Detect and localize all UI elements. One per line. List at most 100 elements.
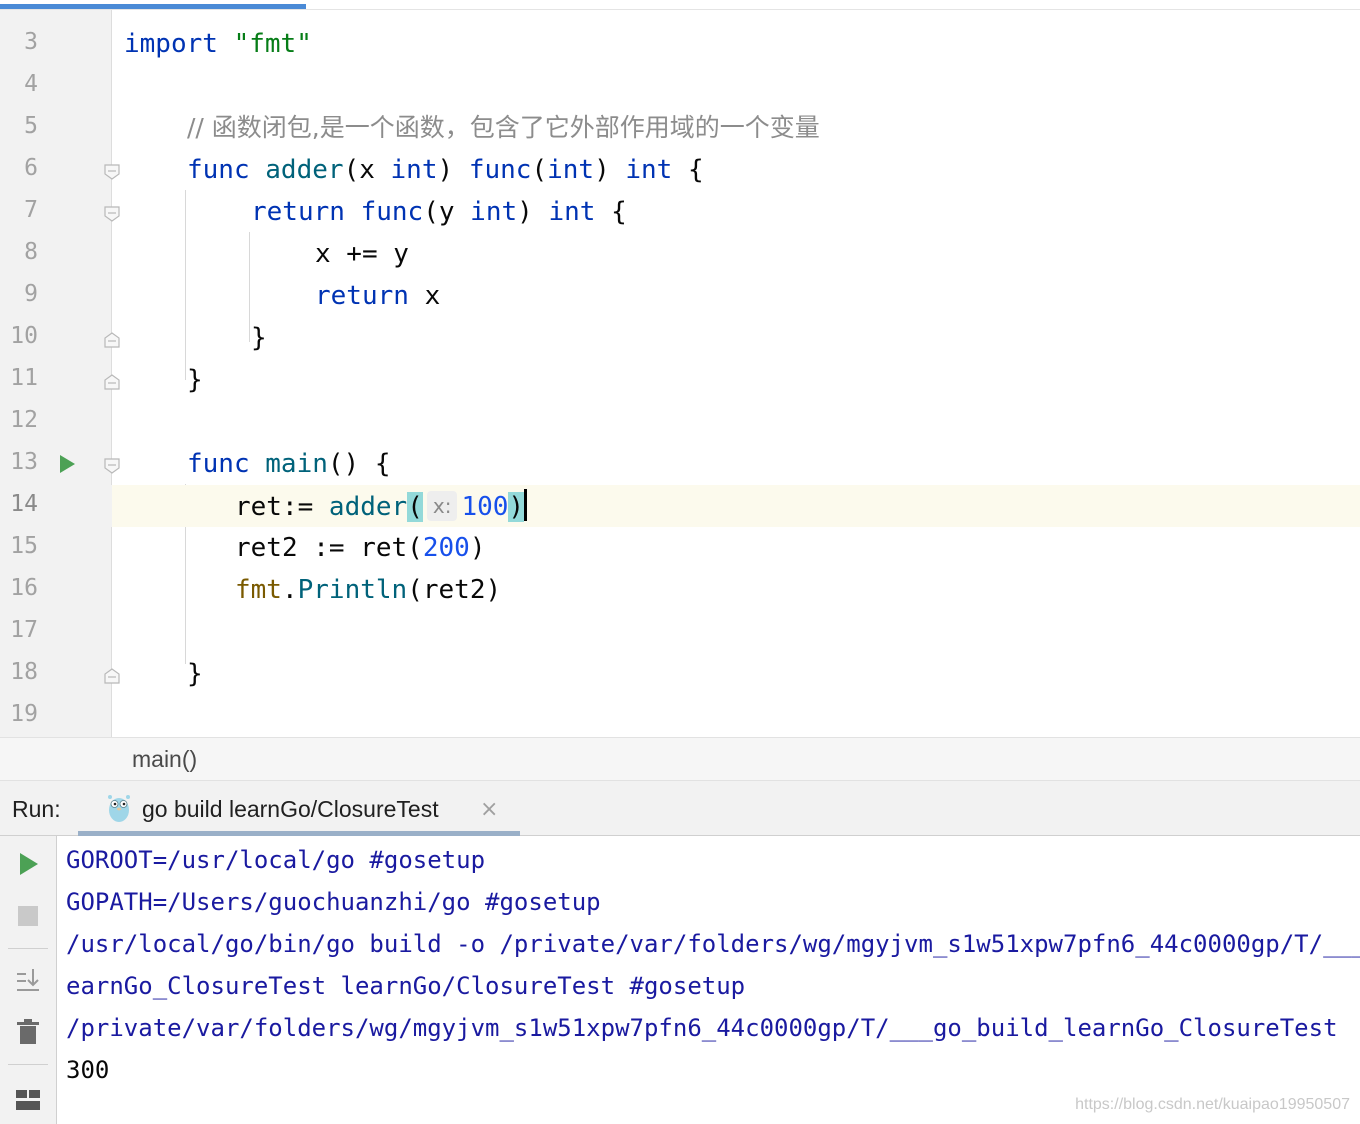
code-text[interactable]: // 函数闭包,是一个函数，包含了它外部作用域的一个变量 [187, 111, 820, 145]
matched-paren: ) [508, 492, 525, 522]
code-line-7[interactable]: 7 return func(y int) int { [0, 191, 1360, 233]
code-line-8[interactable]: 8 x += y [0, 233, 1360, 275]
line-number: 17 [10, 617, 38, 643]
console-line: GOROOT=/usr/local/go #gosetup [66, 846, 486, 874]
code-line-13[interactable]: 13 func main() { [0, 443, 1360, 485]
code-line-10[interactable]: 10 } [0, 317, 1360, 359]
code-text[interactable]: ret:= adder(x: 100) [235, 489, 528, 524]
keyword: func [468, 155, 532, 185]
rerun-icon[interactable] [14, 850, 42, 878]
matched-paren: ( [407, 492, 423, 522]
watermark: https://blog.csdn.net/kuaipao19950507 [1075, 1096, 1350, 1113]
code-line-12[interactable]: 12 [0, 401, 1360, 443]
fold-collapse-icon[interactable] [103, 163, 121, 181]
number-literal: 200 [422, 533, 470, 563]
console-line: /private/var/folders/wg/mgyjvm_s1w51xpw7… [66, 1014, 1338, 1042]
line-number: 6 [24, 155, 38, 181]
code-line-6[interactable]: 6 func adder(x int) func(int) int { [0, 149, 1360, 191]
code-text[interactable]: func main() { [187, 447, 391, 481]
gopher-icon [108, 795, 130, 822]
line-number: 4 [24, 71, 38, 97]
line-number: 8 [24, 239, 38, 265]
package-name: fmt [235, 575, 282, 605]
code-line-15[interactable]: 15 ret2 := ret(200) [0, 527, 1360, 569]
code-line-14-current[interactable]: 14 ret:= adder(x: 100) [0, 485, 1360, 527]
line-number: 13 [10, 449, 38, 475]
close-icon[interactable]: × [480, 797, 498, 822]
line-number: 16 [10, 575, 38, 601]
run-configuration-tab[interactable]: go build learnGo/ClosureTest × [78, 781, 520, 836]
code-text[interactable]: import "fmt" [124, 27, 312, 61]
text-caret [524, 489, 528, 521]
code-line-9[interactable]: 9 return x [0, 275, 1360, 317]
code-token: ( [531, 155, 548, 185]
layout-icon[interactable] [14, 1086, 42, 1114]
keyword: return [315, 281, 409, 311]
keyword: func [360, 197, 424, 227]
breadcrumb[interactable]: main() [0, 737, 1360, 781]
run-console[interactable]: GOROOT=/usr/local/go #gosetup GOPATH=/Us… [0, 836, 1360, 1124]
keyword: int [547, 155, 595, 185]
console-line: /usr/local/go/bin/go build -o /private/v… [66, 930, 1360, 958]
code-text[interactable]: } [187, 657, 203, 691]
code-line-18[interactable]: 18 } [0, 653, 1360, 695]
console-line: earnGo_ClosureTest learnGo/ClosureTest #… [66, 972, 746, 1000]
line-number: 10 [10, 323, 38, 349]
parameter-hint: x: [426, 491, 458, 521]
code-text[interactable]: } [251, 321, 267, 355]
code-line-4[interactable]: 4 [0, 65, 1360, 107]
line-number: 11 [10, 365, 38, 391]
run-gutter-icon[interactable] [58, 454, 76, 474]
keyword: int [548, 197, 596, 227]
code-line-17[interactable]: 17 [0, 611, 1360, 653]
keyword: int [470, 197, 518, 227]
keyword: return [251, 197, 345, 227]
keyword: int [625, 155, 673, 185]
number-literal: 100 [461, 492, 509, 522]
console-output-line: 300 [66, 1056, 110, 1084]
code-line-19[interactable]: 19 [0, 695, 1360, 737]
code-token: ) [437, 155, 469, 185]
breadcrumb-item[interactable]: main() [132, 746, 197, 773]
code-line-5[interactable]: 5 // 函数闭包,是一个函数，包含了它外部作用域的一个变量 [0, 107, 1360, 149]
code-text[interactable]: return func(y int) int { [251, 195, 627, 229]
console-line: GOPATH=/Users/guochuanzhi/go #gosetup [66, 888, 601, 916]
fold-end-icon[interactable] [103, 667, 121, 685]
fold-end-icon[interactable] [103, 331, 121, 349]
console-toolbar [0, 836, 57, 1124]
code-line-3[interactable]: 3 import "fmt" [0, 23, 1360, 65]
code-text[interactable]: ret2 := ret(200) [235, 531, 485, 565]
fold-collapse-icon[interactable] [103, 205, 121, 223]
fold-end-icon[interactable] [103, 373, 121, 391]
code-text[interactable]: fmt.Println(ret2) [235, 573, 501, 607]
comment: // 函数闭包,是一个函数，包含了它外部作用域的一个变量 [187, 113, 820, 142]
line-number: 7 [24, 197, 38, 223]
run-tool-window-header: Run: go build learnGo/ClosureTest × [0, 781, 1360, 836]
code-text[interactable]: x += y [315, 237, 409, 271]
code-line-16[interactable]: 16 fmt.Println(ret2) [0, 569, 1360, 611]
code-token: { [672, 155, 704, 185]
line-number: 3 [24, 29, 38, 55]
run-tab-label: go build learnGo/ClosureTest [142, 796, 439, 822]
stop-icon[interactable] [14, 902, 42, 930]
trash-icon[interactable] [14, 1018, 42, 1046]
scroll-to-end-icon[interactable] [14, 966, 42, 994]
fold-collapse-icon[interactable] [103, 457, 121, 475]
code-token: ) [517, 197, 549, 227]
code-token: . [281, 575, 298, 605]
code-token: ret2 := ret( [235, 533, 423, 563]
code-text[interactable]: func adder(x int) func(int) int { [187, 153, 704, 187]
keyword: func [187, 449, 250, 479]
code-text[interactable]: } [187, 363, 203, 397]
toolbar-separator [8, 948, 48, 949]
code-text[interactable]: return x [315, 279, 440, 313]
code-token: ) [594, 155, 626, 185]
function-name: Println [297, 575, 408, 605]
function-name: adder [328, 492, 408, 522]
code-line-11[interactable]: 11 } [0, 359, 1360, 401]
line-number: 18 [10, 659, 38, 685]
code-editor[interactable]: 3 import "fmt" 4 5 // 函数闭包,是一个函数，包含了它外部作… [0, 10, 1360, 737]
string-literal: "fmt" [233, 29, 312, 59]
editor-tab-strip [0, 0, 1360, 10]
line-number: 9 [24, 281, 38, 307]
